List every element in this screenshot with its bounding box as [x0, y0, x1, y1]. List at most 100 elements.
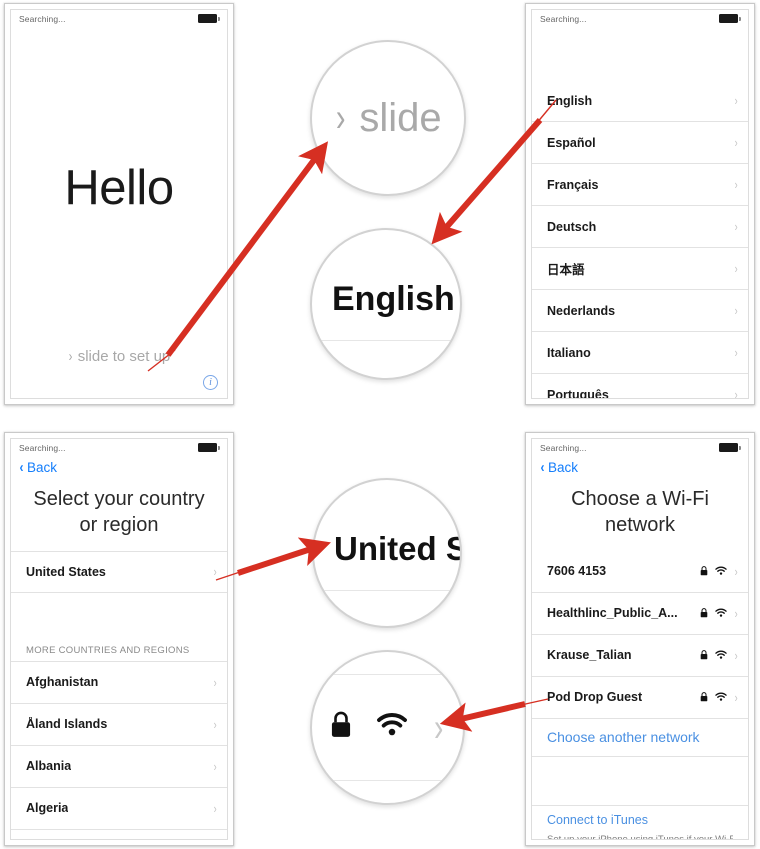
chevron-right-icon: › [734, 303, 738, 318]
list-item-label: Italiano [547, 345, 591, 360]
chevron-right-icon: › [734, 135, 738, 150]
connect-to-itunes-block[interactable]: Connect to iTunes Set up your iPhone usi… [532, 806, 748, 840]
chevron-right-icon: › [734, 261, 738, 276]
wifi-icon [714, 566, 727, 576]
divider [314, 590, 460, 591]
list-item-label: Algeria [26, 801, 69, 816]
country-list-gap [11, 593, 227, 645]
chevron-right-icon: › [213, 564, 217, 580]
list-item-network-healthlinc[interactable]: Healthlinc_Public_A... › [532, 593, 748, 635]
list-item-country-afghanistan[interactable]: Afghanistan › [11, 662, 227, 704]
list-item-country-albania[interactable]: Albania › [11, 746, 227, 788]
list-item-selected-country[interactable]: United States › [11, 550, 227, 593]
list-item-language-portugues[interactable]: Português › [532, 374, 748, 399]
magnifier-slide-label: slide [359, 95, 442, 140]
chevron-right-icon: › [213, 800, 217, 816]
list-item-label: 7606 4153 [547, 564, 607, 579]
back-button-label: Back [548, 459, 579, 475]
chevron-right-icon: › [68, 348, 73, 365]
slide-to-setup-label: slide to set up [77, 348, 171, 365]
wifi-icon [714, 608, 727, 618]
phone-panel-country: Searching... ‹ Back Select your country … [4, 432, 234, 846]
back-button-label: Back [27, 459, 58, 475]
arrow-united-states-to-magnifier [237, 537, 331, 576]
chevron-right-icon: › [213, 716, 217, 732]
choose-another-network-button[interactable]: Choose another network [532, 719, 748, 757]
list-item-language-deutsch[interactable]: Deutsch › [532, 206, 748, 248]
battery-full-icon [719, 14, 741, 23]
page-title: Hello [64, 161, 174, 215]
network-row-icons: › [700, 691, 738, 704]
battery-full-icon [198, 443, 220, 452]
list-item-label: Åland Islands [26, 717, 108, 732]
status-text: Searching... [19, 13, 66, 24]
magnifier-wifi-row-icons: › [310, 650, 465, 805]
status-bar: Searching... [532, 10, 748, 27]
chevron-right-icon: › [213, 758, 217, 774]
chevron-right-icon: › [734, 689, 738, 705]
list-item-country-algeria[interactable]: Algeria › [11, 788, 227, 830]
connect-to-itunes-link[interactable]: Connect to iTunes [547, 806, 733, 827]
chevron-right-icon: › [734, 605, 738, 621]
network-row-icons: › [700, 649, 738, 662]
info-icon[interactable]: i [203, 375, 218, 390]
list-item-country-aland-islands[interactable]: Åland Islands › [11, 704, 227, 746]
magnifier-english: English [310, 228, 462, 380]
phone-screen-wifi: Searching... ‹ Back Choose a Wi-Fi netwo… [531, 438, 749, 840]
network-row-icons: › [700, 565, 738, 578]
chevron-right-icon: › [734, 219, 738, 234]
chevron-right-icon: › [213, 674, 217, 690]
wifi-network-list: 7606 4153 › Healthlinc_Public_A... › Kra… [532, 551, 748, 757]
wifi-icon [714, 692, 727, 702]
list-item-language-english[interactable]: English › [532, 80, 748, 122]
list-item-language-italiano[interactable]: Italiano › [532, 332, 748, 374]
phone-screen-hello: Searching... Hello › slide to set up i [10, 9, 228, 399]
list-item-label: Pod Drop Guest [547, 690, 643, 705]
list-item-network-krause-talian[interactable]: Krause_Talian › [532, 635, 748, 677]
list-item-network-pod-drop-guest[interactable]: Pod Drop Guest › [532, 677, 748, 719]
status-bar: Searching... [11, 10, 227, 27]
status-text: Searching... [540, 13, 587, 24]
page-title: Select your country or region [33, 488, 205, 537]
hello-greeting-block: Hello [11, 160, 227, 216]
chevron-right-icon: › [734, 563, 738, 579]
magnifier-united-states-label: United S [334, 530, 462, 567]
choose-another-network-label: Choose another network [547, 729, 700, 746]
back-button[interactable]: ‹ Back [11, 456, 227, 478]
chevron-right-icon: › [734, 93, 738, 108]
battery-full-icon [198, 14, 220, 23]
list-item-language-espanol[interactable]: Español › [532, 122, 748, 164]
connect-to-itunes-description: Set up your iPhone using iTunes if your … [547, 833, 733, 840]
lock-icon [700, 692, 708, 702]
chevron-right-icon: › [734, 345, 738, 360]
status-text: Searching... [19, 442, 66, 453]
wifi-list-bottom-spacer [532, 757, 748, 805]
chevron-left-icon: ‹ [19, 458, 24, 476]
magnifier-english-label: English [332, 279, 455, 318]
list-item-label: Krause_Talian [547, 648, 632, 663]
chevron-right-icon: › [734, 177, 738, 192]
list-item-language-nederlands[interactable]: Nederlands › [532, 290, 748, 332]
chevron-right-icon: › [734, 647, 738, 663]
divider [312, 780, 463, 781]
list-item-label: Deutsch [547, 219, 597, 234]
status-bar: Searching... [532, 439, 748, 456]
list-item-language-francais[interactable]: Français › [532, 164, 748, 206]
slide-to-setup-control[interactable]: › slide to set up [11, 348, 227, 365]
magnifier-wifi-icons-content: › [330, 708, 445, 748]
list-item-label: Healthlinc_Public_A... [547, 606, 678, 621]
list-item-language-japanese[interactable]: 日本語 › [532, 248, 748, 290]
country-list: Afghanistan › Åland Islands › Albania › … [11, 662, 227, 830]
lock-icon [330, 711, 352, 744]
list-item-label: Español [547, 135, 596, 150]
lock-icon [700, 650, 708, 660]
list-item-label: Português [547, 387, 609, 399]
status-text: Searching... [540, 442, 587, 453]
list-item-network-7606-4153[interactable]: 7606 4153 › [532, 551, 748, 593]
language-list: English › Español › Français › Deutsch ›… [532, 80, 748, 399]
back-button[interactable]: ‹ Back [532, 456, 748, 478]
list-item-label: Français [547, 177, 599, 192]
wifi-icon [376, 712, 408, 743]
list-item-label: United States [26, 564, 106, 579]
chevron-right-icon: › [335, 95, 346, 140]
